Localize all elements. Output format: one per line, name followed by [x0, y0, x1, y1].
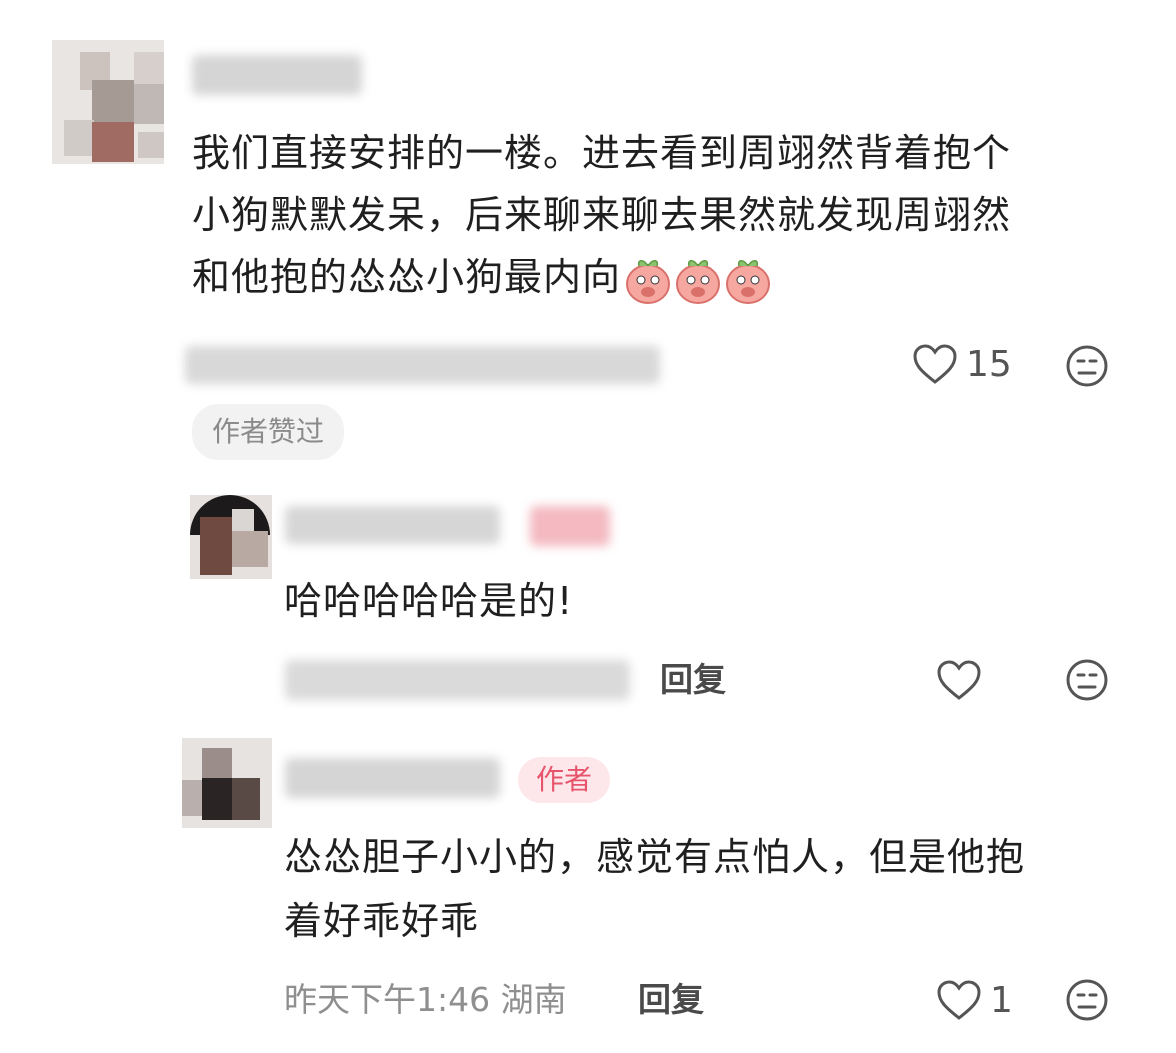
- comment-meta: 昨天下午1:46 湖南: [284, 980, 567, 1019]
- user-badge: [530, 506, 610, 546]
- reply-button[interactable]: 回复: [660, 658, 726, 702]
- reply-button[interactable]: 回复: [638, 978, 704, 1022]
- comment-thread: 我们直接安排的一楼。进去看到周翊然背着抱个 小狗默默发呆，后来聊来聊去果然就发现…: [0, 0, 1176, 1053]
- comment-text-last-line: 和他抱的怂怂小狗最内向: [192, 246, 771, 308]
- like-button[interactable]: 1: [936, 978, 1013, 1022]
- comment-text: 哈哈哈哈哈是的!: [284, 579, 574, 623]
- comment-text: 着好乖好乖: [284, 899, 480, 943]
- heart-icon: [937, 980, 981, 1020]
- peach-emoji-icon: [676, 259, 721, 304]
- heart-icon: [913, 344, 957, 384]
- comment-text: 我们直接安排的一楼。进去看到周翊然背着抱个: [192, 131, 1012, 175]
- dislike-face-icon[interactable]: [1065, 978, 1109, 1022]
- author-badge: 作者: [518, 757, 611, 803]
- comment-text: 怂怂胆子小小的，感觉有点怕人，但是他抱: [284, 835, 1026, 879]
- comment-meta: [185, 346, 660, 384]
- avatar[interactable]: [52, 40, 164, 164]
- avatar[interactable]: [190, 495, 272, 579]
- dislike-face-icon[interactable]: [1065, 658, 1109, 702]
- comment-text: 和他抱的怂怂小狗最内向: [192, 255, 622, 299]
- like-button[interactable]: [936, 658, 982, 702]
- username[interactable]: [285, 506, 500, 544]
- like-count: 15: [966, 343, 1012, 385]
- heart-icon: [937, 660, 981, 700]
- username[interactable]: [285, 758, 500, 798]
- avatar[interactable]: [182, 738, 272, 828]
- author-liked-badge: 作者赞过: [192, 404, 345, 460]
- like-button[interactable]: 15: [912, 342, 1012, 386]
- username[interactable]: [192, 55, 362, 95]
- peach-emoji-icon: [626, 259, 671, 304]
- like-count: 1: [990, 979, 1013, 1021]
- comment-meta: [285, 660, 630, 700]
- dislike-face-icon[interactable]: [1065, 344, 1109, 388]
- comment-text: 小狗默默发呆，后来聊来聊去果然就发现周翊然: [192, 193, 1012, 237]
- peach-emoji-icon: [726, 259, 771, 304]
